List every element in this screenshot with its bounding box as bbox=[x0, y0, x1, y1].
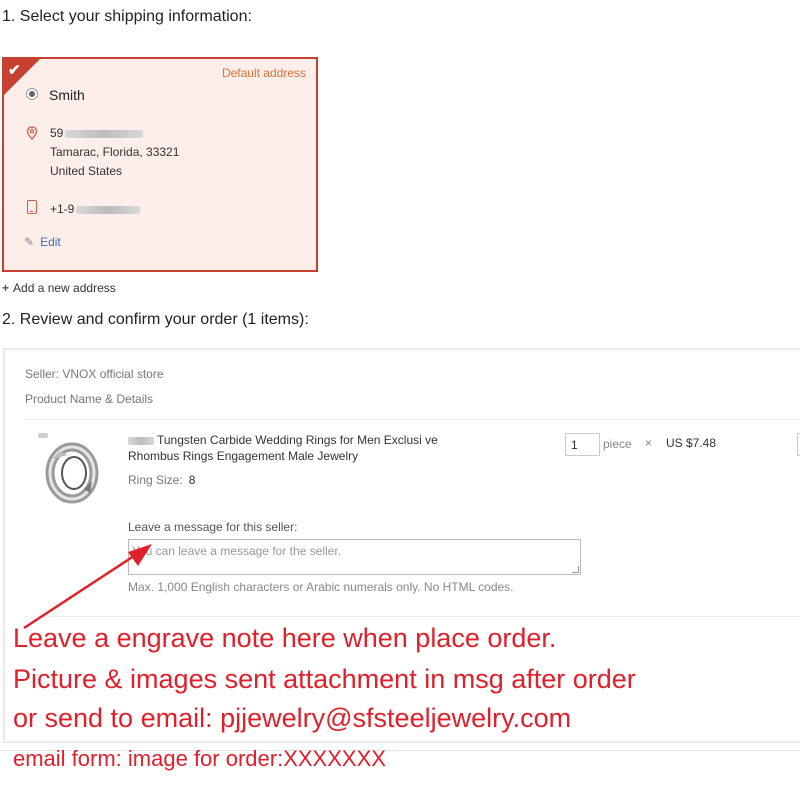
divider bbox=[24, 616, 800, 617]
edit-label: Edit bbox=[40, 235, 61, 249]
annotation-line-1: Leave a engrave note here when place ord… bbox=[13, 623, 557, 653]
divider bbox=[24, 419, 800, 420]
message-label: Leave a message for this seller: bbox=[128, 520, 298, 534]
location-pin-icon bbox=[26, 126, 38, 140]
add-address-link[interactable]: + Add a new address bbox=[2, 281, 116, 295]
redacted-street bbox=[65, 129, 144, 138]
address-card[interactable]: ✔ Default address Smith 59 Tamarac, Flor… bbox=[2, 57, 318, 272]
country-line: United States bbox=[50, 164, 123, 178]
product-column-header: Product Name & Details bbox=[25, 392, 154, 406]
redacted-brand bbox=[128, 436, 154, 445]
phone-icon bbox=[27, 200, 37, 214]
review-heading: 2. Review and confirm your order (1 item… bbox=[2, 311, 309, 328]
redacted-phone bbox=[76, 205, 141, 214]
street-prefix: 59 bbox=[50, 126, 64, 140]
street-line: 59 bbox=[50, 126, 144, 140]
phone-prefix: +1-9 bbox=[50, 202, 75, 216]
unit-price: US $7.48 bbox=[666, 436, 717, 450]
annotation-line-3: or send to email: pjjewelry@sfsteeljewel… bbox=[13, 703, 572, 733]
default-address-badge: Default address bbox=[221, 66, 306, 80]
seller-name: Seller: VNOX official store bbox=[25, 367, 164, 381]
check-icon: ✔ bbox=[8, 62, 21, 79]
city-line: Tamarac, Florida, 33321 bbox=[50, 145, 180, 159]
multiply-sign: × bbox=[645, 436, 653, 450]
plus-icon: + bbox=[2, 281, 10, 295]
ring-size-value: 8 bbox=[188, 473, 196, 487]
ring-size-label: Ring Size: bbox=[128, 473, 183, 487]
unit-label: piece bbox=[603, 437, 632, 451]
add-address-label: Add a new address bbox=[13, 281, 116, 295]
shipping-heading: 1. Select your shipping information: bbox=[2, 8, 252, 25]
product-title[interactable]: Tungsten Carbide Wedding Rings for Men E… bbox=[128, 432, 448, 464]
address-radio[interactable] bbox=[26, 88, 38, 100]
edit-address-link[interactable]: ✎ Edit bbox=[24, 235, 61, 249]
recipient-name: Smith bbox=[49, 87, 85, 103]
product-title-text: Tungsten Carbide Wedding Rings for Men E… bbox=[128, 433, 438, 463]
annotation-line-4: email form: image for order:XXXXXXX bbox=[13, 746, 386, 771]
redacted-logo bbox=[38, 433, 48, 438]
seller-message-textarea[interactable]: You can leave a message for the seller. bbox=[128, 539, 581, 575]
ring-size: Ring Size: 8 bbox=[128, 473, 195, 487]
phone-line: +1-9 bbox=[50, 202, 141, 216]
pencil-icon: ✎ bbox=[24, 235, 35, 249]
message-hint: Max. 1,000 English characters or Arabic … bbox=[128, 580, 514, 594]
annotation-line-2: Picture & images sent attachment in msg … bbox=[13, 664, 636, 694]
product-thumbnail[interactable] bbox=[34, 429, 110, 509]
quantity-input[interactable] bbox=[565, 433, 600, 456]
